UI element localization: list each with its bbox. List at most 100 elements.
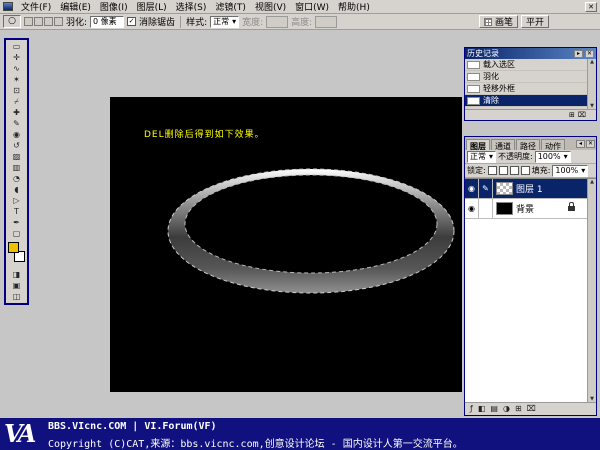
layer-row-background[interactable]: ◉ 背景 — [465, 199, 587, 219]
menu-image[interactable]: 图像(I) — [96, 0, 132, 13]
dodge-tool-icon[interactable]: ◖ — [6, 184, 27, 195]
layers-scrollbar[interactable]: ▲ ▼ — [587, 179, 596, 402]
eye-icon[interactable]: ◉ — [468, 204, 475, 213]
menu-view[interactable]: 视图(V) — [251, 0, 290, 13]
pen-tool-icon[interactable]: ✒ — [6, 217, 27, 228]
feather-input[interactable]: 0 像素 — [90, 16, 124, 28]
layer-mask-icon[interactable]: ◧ — [478, 403, 486, 415]
history-step-feather[interactable]: 羽化 — [465, 71, 587, 83]
history-step-label: 载入选区 — [483, 59, 515, 70]
layer-style-icon[interactable]: ƒ — [470, 403, 473, 415]
slice-tool-icon[interactable]: ⌿ — [6, 96, 27, 107]
scroll-up-icon[interactable]: ▲ — [590, 179, 594, 185]
quick-mask-icon[interactable]: ◨ — [6, 269, 27, 280]
selection-new-icon[interactable] — [24, 17, 33, 26]
tool-glyph: ◔ — [13, 174, 20, 183]
new-snapshot-icon[interactable]: ⊞ — [569, 109, 575, 121]
tab-channels[interactable]: 通道 — [491, 139, 515, 150]
brush-tool-icon[interactable]: ✎ — [6, 118, 27, 129]
menu-select[interactable]: 选择(S) — [172, 0, 211, 13]
selection-subtract-icon[interactable] — [44, 17, 53, 26]
fill-input[interactable]: 100% ▾ — [552, 165, 588, 177]
footer-site-line: BBS.VIcnc.COM | VI.Forum(VF) — [48, 421, 217, 432]
tool-preset-icon[interactable]: ○ — [3, 15, 21, 28]
type-tool-icon[interactable]: T — [6, 206, 27, 217]
layer-row-layer1[interactable]: ◉ ✎ 图层 1 — [465, 179, 587, 199]
layer-set-icon[interactable]: ▤ — [490, 403, 498, 415]
lock-transparency-checkbox[interactable] — [488, 166, 497, 175]
eye-icon[interactable]: ◉ — [468, 184, 475, 193]
history-step-clear[interactable]: 清除 — [465, 95, 587, 107]
rect-marquee-tool-icon[interactable]: ▭ — [6, 41, 27, 52]
lock-all-checkbox[interactable] — [521, 166, 530, 175]
crop-tool-icon[interactable]: ⊡ — [6, 85, 27, 96]
scroll-down-icon[interactable]: ▼ — [590, 396, 594, 402]
adjustment-layer-icon[interactable]: ◑ — [503, 403, 510, 415]
tool-glyph: ◫ — [13, 292, 21, 301]
history-step-thumbnail — [467, 85, 480, 93]
style-dropdown[interactable]: 正常 ▾ — [210, 16, 239, 28]
brushes-palette-button[interactable]: 画笔 — [479, 15, 518, 28]
layer-name[interactable]: 背景 — [516, 202, 534, 215]
canvas[interactable]: DEL删除后得到如下效果。 — [110, 97, 462, 392]
menu-help[interactable]: 帮助(H) — [334, 0, 374, 13]
color-swatches — [6, 241, 27, 267]
opacity-input[interactable]: 100% ▾ — [535, 151, 571, 163]
move-tool-icon[interactable]: ✛ — [6, 52, 27, 63]
gradient-tool-icon[interactable]: ▥ — [6, 162, 27, 173]
tab-actions[interactable]: 动作 — [541, 139, 565, 150]
history-title-bar[interactable]: 历史记录 ▸ ✕ — [465, 48, 596, 59]
selection-intersect-icon[interactable] — [54, 17, 63, 26]
lasso-tool-icon[interactable]: ∿ — [6, 63, 27, 74]
height-input — [315, 16, 337, 28]
layer-thumbnail[interactable] — [496, 182, 513, 195]
clone-stamp-tool-icon[interactable]: ◉ — [6, 129, 27, 140]
selection-mode-icons[interactable] — [24, 17, 63, 26]
lock-pixels-checkbox[interactable] — [499, 166, 508, 175]
close-icon[interactable]: ✕ — [585, 50, 594, 58]
history-scrollbar[interactable]: ▲ ▼ — [587, 59, 596, 109]
tab-paths[interactable]: 路径 — [516, 139, 540, 150]
foreground-color-swatch[interactable] — [8, 242, 19, 253]
blend-mode-dropdown[interactable]: 正常 ▾ — [467, 151, 496, 163]
toolbox: ▭ ✛ ∿ ✶ ⊡ ⌿ ✚ ✎ ◉ ↺ ▨ ▥ ◔ ◖ ▷ T — [4, 38, 29, 305]
layer-name[interactable]: 图层 1 — [516, 182, 543, 195]
magic-wand-tool-icon[interactable]: ✶ — [6, 74, 27, 85]
path-select-tool-icon[interactable]: ▷ — [6, 195, 27, 206]
style-label: 样式: — [186, 15, 207, 28]
menu-layer[interactable]: 图层(L) — [133, 0, 171, 13]
float-palette-button[interactable]: 平开 — [521, 15, 549, 28]
menu-window[interactable]: 窗口(W) — [291, 0, 333, 13]
tab-layers[interactable]: 图层 — [466, 139, 490, 150]
scroll-up-icon[interactable]: ▲ — [590, 59, 594, 65]
panel-menu-icon[interactable]: ▸ — [574, 50, 583, 58]
menu-edit[interactable]: 编辑(E) — [56, 0, 95, 13]
new-layer-icon[interactable]: ⊞ — [515, 403, 522, 415]
menu-filter[interactable]: 滤镜(T) — [211, 0, 250, 13]
close-icon[interactable]: ✕ — [585, 2, 597, 12]
history-step-load-selection[interactable]: 载入选区 — [465, 59, 587, 71]
healing-brush-tool-icon[interactable]: ✚ — [6, 107, 27, 118]
chevron-down-icon: ▾ — [489, 152, 493, 161]
selection-add-icon[interactable] — [34, 17, 43, 26]
tool-glyph: ✶ — [13, 75, 20, 84]
panel-collapse-icon[interactable]: ◂ — [576, 140, 585, 148]
layer-thumbnail[interactable] — [496, 202, 513, 215]
blur-tool-icon[interactable]: ◔ — [6, 173, 27, 184]
close-icon[interactable]: ✕ — [586, 140, 595, 148]
history-step-nudge-outline[interactable]: 轻移外框 — [465, 83, 587, 95]
delete-layer-icon[interactable]: ⌧ — [527, 403, 536, 415]
history-brush-tool-icon[interactable]: ↺ — [6, 140, 27, 151]
tool-glyph: ⊡ — [13, 86, 20, 95]
delete-history-icon[interactable]: ⌧ — [578, 109, 586, 121]
lock-position-checkbox[interactable] — [510, 166, 519, 175]
eraser-tool-icon[interactable]: ▨ — [6, 151, 27, 162]
shape-tool-icon[interactable]: ▢ — [6, 228, 27, 239]
scroll-down-icon[interactable]: ▼ — [590, 103, 594, 109]
menu-bar: 文件(F) 编辑(E) 图像(I) 图层(L) 选择(S) 滤镜(T) 视图(V… — [0, 0, 600, 14]
antialias-checkbox[interactable]: ✓ — [127, 17, 136, 26]
jump-to-imageready-icon[interactable]: ◫ — [6, 291, 27, 302]
menu-file[interactable]: 文件(F) — [17, 0, 55, 13]
layer-list: ◉ ✎ 图层 1 ◉ 背景 ▲ ▼ — [465, 178, 596, 402]
screen-mode-icon[interactable]: ▣ — [6, 280, 27, 291]
